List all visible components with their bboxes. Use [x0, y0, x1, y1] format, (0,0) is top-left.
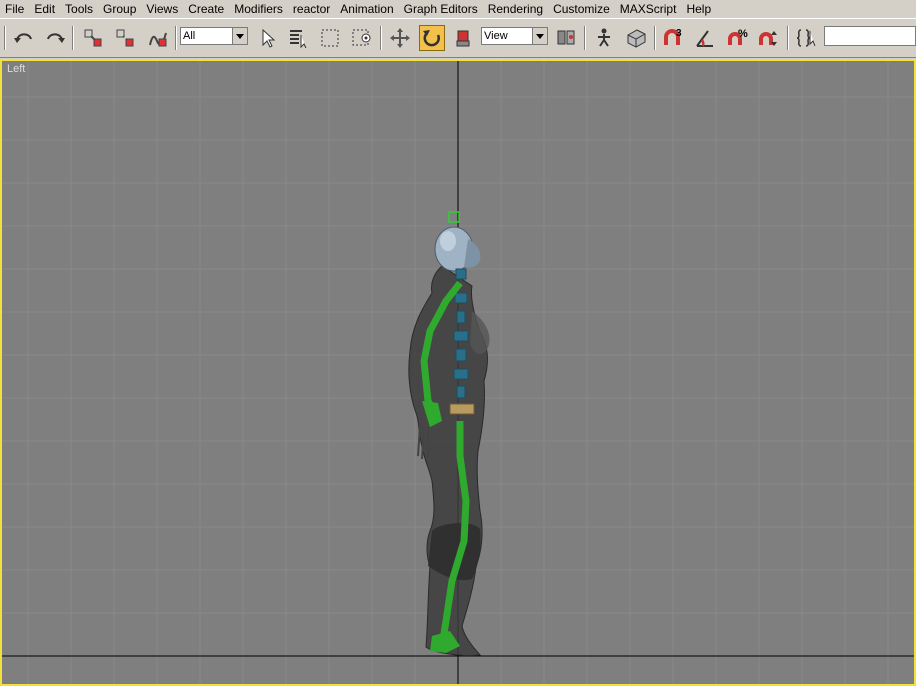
reference-coordinate-dropdown[interactable]: View	[481, 27, 548, 45]
window-crossing-icon[interactable]	[349, 25, 375, 51]
select-by-name-icon[interactable]	[285, 25, 311, 51]
percent-snap-icon[interactable]: %	[724, 25, 750, 51]
spinner-snap-icon[interactable]	[756, 25, 782, 51]
menu-tools[interactable]: Tools	[60, 0, 98, 18]
toolbar-separator	[4, 26, 6, 50]
menu-help[interactable]: Help	[681, 0, 716, 18]
select-and-move-icon[interactable]	[387, 25, 413, 51]
toolbar-separator	[72, 26, 74, 50]
chevron-down-icon	[232, 28, 247, 44]
rectangular-selection-icon[interactable]	[317, 25, 343, 51]
named-selection-set-input[interactable]	[824, 26, 916, 46]
percent-label: %	[738, 28, 748, 40]
use-pivot-center-icon[interactable]	[553, 25, 579, 51]
toolbar-separator	[787, 26, 789, 50]
select-and-scale-icon[interactable]	[450, 25, 476, 51]
reference-coordinate-value: View	[484, 30, 508, 42]
viewport-grid	[2, 61, 914, 684]
toolbar-separator	[654, 26, 656, 50]
snaps-toggle-icon[interactable]: 3	[660, 25, 686, 51]
toolbar-separator	[380, 26, 382, 50]
menu-rendering[interactable]: Rendering	[483, 0, 548, 18]
keyboard-shortcut-override-icon[interactable]	[623, 25, 649, 51]
undo-icon[interactable]	[11, 25, 37, 51]
menu-customize[interactable]: Customize	[548, 0, 615, 18]
unlink-selection-icon[interactable]	[112, 25, 138, 51]
main-toolbar: All View 3 %	[0, 18, 916, 58]
edit-named-selection-icon[interactable]	[794, 25, 820, 51]
chevron-down-icon	[532, 28, 547, 44]
select-and-link-icon[interactable]	[80, 25, 106, 51]
selection-filter-value: All	[183, 30, 196, 42]
redo-icon[interactable]	[42, 25, 68, 51]
select-and-manipulate-icon[interactable]	[591, 25, 617, 51]
snap-dimension-label: 3	[676, 28, 682, 39]
menu-create[interactable]: Create	[183, 0, 229, 18]
menu-edit[interactable]: Edit	[29, 0, 60, 18]
viewport-label[interactable]: Left	[7, 63, 25, 75]
character-model[interactable]	[408, 211, 490, 656]
select-and-rotate-icon[interactable]	[419, 25, 445, 51]
menu-views[interactable]: Views	[141, 0, 183, 18]
angle-snap-icon[interactable]	[692, 25, 718, 51]
menu-file[interactable]: File	[0, 0, 29, 18]
bind-to-space-warp-icon[interactable]	[145, 25, 171, 51]
selection-filter-dropdown[interactable]: All	[180, 27, 248, 45]
menu-modifiers[interactable]: Modifiers	[229, 0, 288, 18]
menu-bar: File Edit Tools Group Views Create Modif…	[0, 0, 916, 18]
select-object-icon[interactable]	[254, 25, 280, 51]
menu-maxscript[interactable]: MAXScript	[615, 0, 682, 18]
menu-animation[interactable]: Animation	[335, 0, 398, 18]
toolbar-separator	[175, 26, 177, 50]
menu-reactor[interactable]: reactor	[288, 0, 335, 18]
viewport-left[interactable]: Left	[0, 59, 916, 686]
menu-group[interactable]: Group	[98, 0, 141, 18]
menu-graph-editors[interactable]: Graph Editors	[399, 0, 483, 18]
toolbar-separator	[584, 26, 586, 50]
